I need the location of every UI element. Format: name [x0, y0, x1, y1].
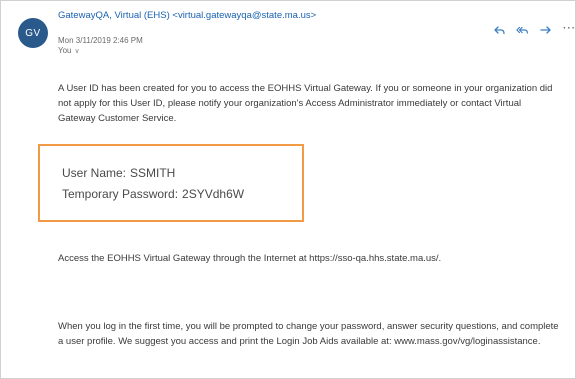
username-value: SSMITH — [130, 166, 176, 180]
username-label: User Name: — [62, 166, 127, 180]
password-label: Temporary Password: — [62, 187, 179, 201]
recipient-line[interactable]: You ∨ — [58, 46, 80, 55]
body-paragraph-first-login: When you log in the first time, you will… — [58, 321, 559, 347]
sender-name[interactable]: GatewayQA, Virtual (EHS) <virtual.gatewa… — [58, 10, 348, 22]
password-value: 2SYVdh6W — [182, 187, 245, 201]
password-line: Temporary Password: 2SYVdh6W — [62, 187, 244, 201]
forward-icon[interactable] — [539, 23, 553, 37]
avatar-initials: GV — [25, 27, 41, 39]
chevron-down-icon[interactable]: ∨ — [75, 47, 80, 55]
more-icon[interactable]: ⋯ — [562, 21, 576, 35]
username-line: User Name: SSMITH — [62, 166, 175, 180]
recipient-name: You — [58, 46, 72, 55]
body-paragraph-access: Access the EOHHS Virtual Gateway through… — [58, 253, 442, 264]
reply-icon[interactable] — [493, 23, 507, 37]
credentials-highlight-box: User Name: SSMITH Temporary Password: 2SYV… — [38, 144, 304, 222]
email-message-pane: GV GatewayQA, Virtual (EHS) <virtual.gat… — [0, 0, 576, 379]
sender-avatar[interactable]: GV — [18, 18, 48, 48]
reply-all-icon[interactable] — [516, 23, 530, 37]
sent-date: Mon 3/11/2019 2:46 PM — [58, 36, 143, 45]
body-paragraph-intro: A User ID has been created for you to ac… — [58, 83, 553, 124]
message-actions: ⋯ — [493, 21, 576, 37]
